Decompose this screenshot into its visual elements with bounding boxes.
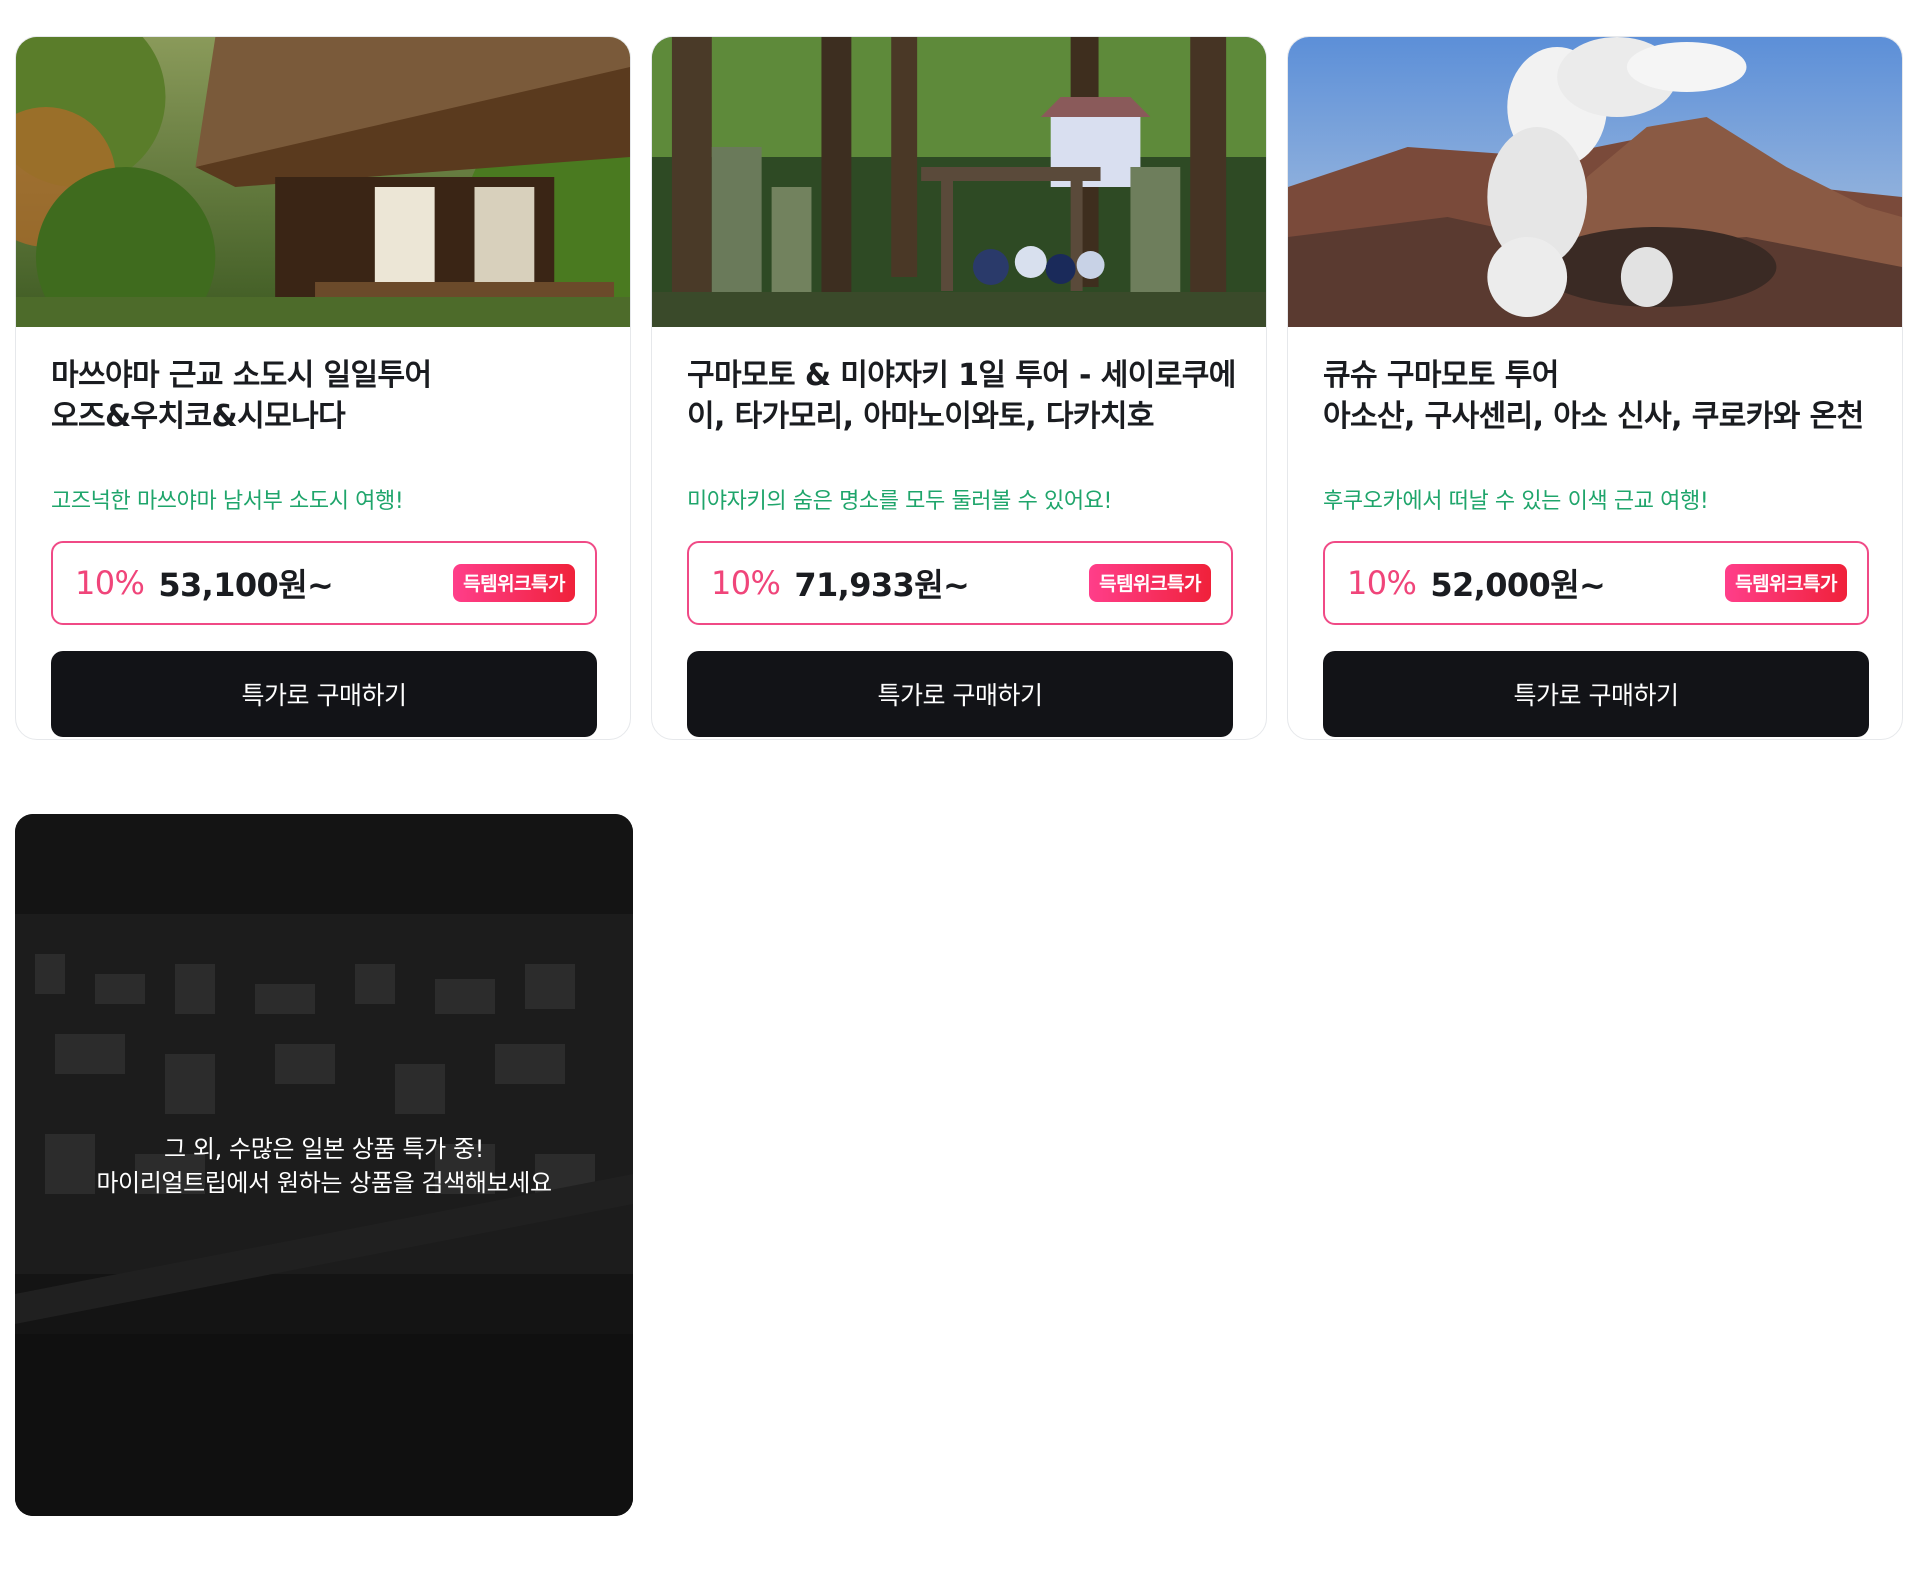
deal-badge: 득템위크특가 bbox=[453, 564, 575, 602]
deal-badge: 득템위크특가 bbox=[1725, 564, 1847, 602]
buy-deal-button[interactable]: 특가로 구매하기 bbox=[51, 651, 597, 737]
more-deals-promo-card[interactable]: 그 외, 수많은 일본 상품 특가 중! 마이리얼트립에서 원하는 상품을 검색… bbox=[15, 814, 633, 1516]
product-card[interactable]: 구마모토 & 미야자키 1일 투어 - 세이로쿠에 이, 타가모리, 아마노이와… bbox=[651, 36, 1267, 740]
price-box: 10% 53,100원~ 득템위크특가 bbox=[51, 541, 597, 625]
price: 53,100원~ bbox=[158, 566, 334, 604]
promo-line-1: 그 외, 수많은 일본 상품 특가 중! bbox=[164, 1135, 484, 1163]
price-box: 10% 52,000원~ 득템위크특가 bbox=[1323, 541, 1869, 625]
promo-message: 그 외, 수많은 일본 상품 특가 중! 마이리얼트립에서 원하는 상품을 검색… bbox=[15, 1132, 633, 1200]
product-subtitle: 고즈넉한 마쓰야마 남서부 소도시 여행! bbox=[51, 489, 404, 514]
price: 71,933원~ bbox=[794, 566, 970, 604]
product-card[interactable]: 큐슈 구마모토 투어 아소산, 구사센리, 아소 신사, 쿠로카와 온천 후쿠오… bbox=[1287, 36, 1903, 740]
product-title[interactable]: 마쓰야마 근교 소도시 일일투어 오즈&우치코&시모나다 bbox=[51, 355, 611, 437]
product-subtitle: 미야자키의 숨은 명소를 모두 둘러볼 수 있어요! bbox=[687, 489, 1112, 514]
product-subtitle: 후쿠오카에서 떠날 수 있는 이색 근교 여행! bbox=[1323, 489, 1709, 514]
product-image-aso-volcano[interactable] bbox=[1288, 37, 1902, 327]
product-title[interactable]: 구마모토 & 미야자키 1일 투어 - 세이로쿠에 이, 타가모리, 아마노이와… bbox=[687, 355, 1247, 437]
discount-rate: 10% bbox=[75, 564, 145, 602]
discount-rate: 10% bbox=[1347, 564, 1417, 602]
discount-rate: 10% bbox=[711, 564, 781, 602]
price: 52,000원~ bbox=[1430, 566, 1606, 604]
product-image-forest-shrine[interactable] bbox=[652, 37, 1266, 327]
product-title[interactable]: 큐슈 구마모토 투어 아소산, 구사센리, 아소 신사, 쿠로카와 온천 bbox=[1323, 355, 1883, 437]
promo-line-2: 마이리얼트립에서 원하는 상품을 검색해보세요 bbox=[96, 1169, 552, 1197]
deal-badge: 득템위크특가 bbox=[1089, 564, 1211, 602]
buy-deal-button[interactable]: 특가로 구매하기 bbox=[1323, 651, 1869, 737]
price-box: 10% 71,933원~ 득템위크특가 bbox=[687, 541, 1233, 625]
product-card[interactable]: 마쓰야마 근교 소도시 일일투어 오즈&우치코&시모나다 고즈넉한 마쓰야마 남… bbox=[15, 36, 631, 740]
buy-deal-button[interactable]: 특가로 구매하기 bbox=[687, 651, 1233, 737]
product-image-japanese-house[interactable] bbox=[16, 37, 630, 327]
